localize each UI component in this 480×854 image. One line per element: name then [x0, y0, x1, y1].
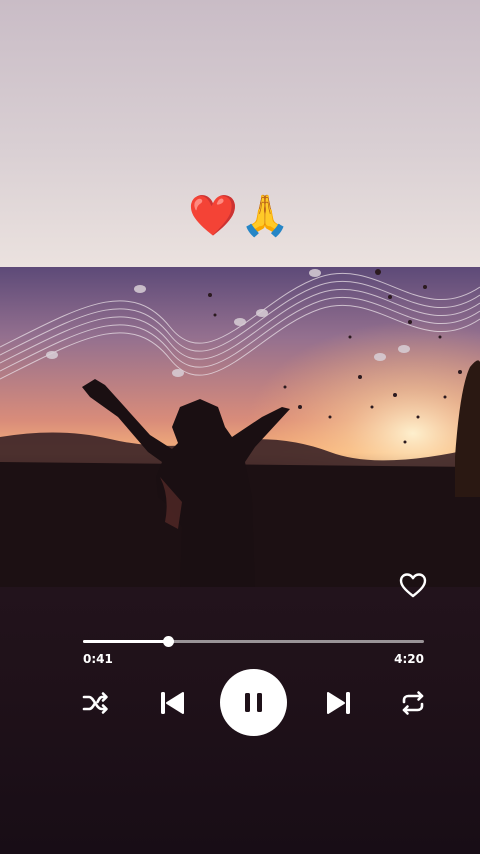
album-artwork	[0, 267, 480, 587]
like-button[interactable]	[398, 571, 428, 599]
total-time: 4:20	[394, 652, 424, 666]
skip-previous-icon	[161, 692, 184, 714]
artwork-illustration	[0, 267, 480, 587]
shuffle-icon	[82, 692, 108, 714]
repeat-icon	[402, 691, 424, 715]
elapsed-time: 0:41	[83, 652, 113, 666]
shuffle-button[interactable]	[82, 690, 110, 716]
caption-area: ❤️🙏	[0, 0, 480, 267]
pause-icon	[245, 693, 262, 712]
pause-button[interactable]	[220, 669, 287, 736]
progress-fill	[83, 640, 169, 643]
previous-button[interactable]	[158, 689, 186, 717]
emoji-caption: ❤️🙏	[188, 193, 292, 239]
progress-bar[interactable]	[83, 636, 424, 647]
repeat-button[interactable]	[399, 689, 427, 717]
next-button[interactable]	[325, 689, 353, 717]
skip-next-icon	[327, 692, 350, 714]
heart-outline-icon	[399, 573, 427, 598]
